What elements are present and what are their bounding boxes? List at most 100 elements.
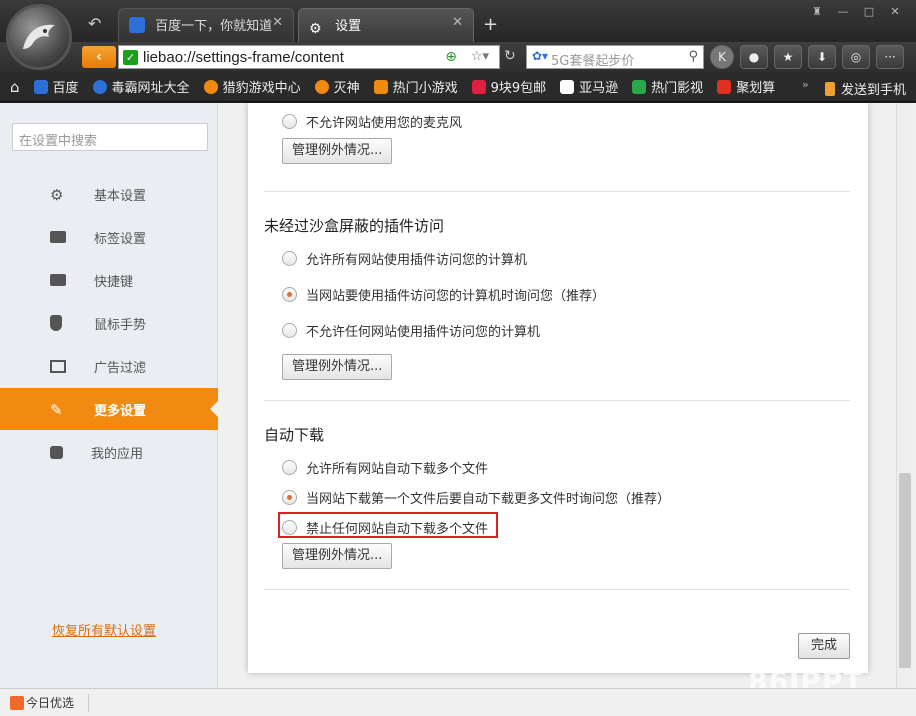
- tab-icon: [50, 231, 66, 243]
- sidebar-item-mouse[interactable]: 鼠标手势: [0, 302, 218, 344]
- bookmark-label: 猎豹游戏中心: [222, 81, 301, 96]
- divider: [264, 191, 850, 192]
- send-to-phone-label: 发送到手机: [840, 83, 906, 98]
- bookmark-item[interactable]: 热门小游戏: [373, 77, 458, 96]
- radio-button-selected[interactable]: [282, 287, 297, 302]
- manage-exceptions-button[interactable]: 管理例外情况...: [282, 138, 393, 164]
- gamepad-icon[interactable]: ◎: [842, 45, 870, 69]
- bookmark-item[interactable]: 亚马逊: [560, 77, 618, 96]
- option-label: 允许所有网站自动下载多个文件: [306, 462, 489, 477]
- shopping-bag-icon: [10, 695, 24, 710]
- divider: [88, 693, 90, 712]
- more-icon[interactable]: ···: [876, 45, 904, 69]
- window-icon: [50, 359, 66, 373]
- baidu-paw-icon: [129, 17, 145, 33]
- undo-close-tab-icon[interactable]: ↶: [88, 14, 101, 33]
- radio-button-selected[interactable]: [282, 490, 297, 505]
- scrollbar[interactable]: [896, 103, 912, 688]
- secure-check-icon: ✓: [123, 50, 138, 65]
- bookmark-label: 百度: [52, 81, 79, 96]
- settings-page: 在设置中搜索 ⚙ 基本设置 标签设置 快捷键 鼠标手势 广告过滤 ✎ 更多设置 …: [0, 103, 916, 698]
- scrollbar-thumb[interactable]: [899, 473, 911, 668]
- section-title: 自动下载: [264, 426, 325, 444]
- bookmarks-bar: ⌂ 百度 毒霸网址大全 猎豹游戏中心 灭神 热门小游戏 9块9包邮 亚马逊 热门…: [0, 72, 916, 102]
- sidebar-item-basic[interactable]: ⚙ 基本设置: [0, 173, 218, 215]
- bookmark-item[interactable]: 毒霸网址大全: [92, 77, 190, 96]
- radio-button[interactable]: [282, 323, 297, 338]
- sidebar-item-adblock[interactable]: 广告过滤: [0, 345, 218, 387]
- bookmark-item[interactable]: 9块9包邮: [471, 77, 546, 96]
- bookmark-icon: [203, 79, 218, 94]
- shield-icon[interactable]: ⊕: [445, 49, 457, 65]
- close-tab-icon[interactable]: ✕: [272, 15, 283, 30]
- manage-exceptions-button[interactable]: 管理例外情况...: [282, 543, 393, 569]
- address-input[interactable]: liebao://settings-frame/content: [143, 49, 344, 66]
- download-icon[interactable]: ⬇: [808, 45, 836, 69]
- radio-button[interactable]: [282, 114, 297, 129]
- sidebar-item-label: 基本设置: [94, 188, 147, 204]
- star-icon[interactable]: ★: [774, 45, 802, 69]
- radio-button[interactable]: [282, 251, 297, 266]
- bookmark-label: 亚马逊: [579, 81, 619, 96]
- browser-window: ↶ 百度一下，你就知道 ✕ ⚙ 设置 ✕ + ♜ — □ ✕ ‹ ✓ lieba…: [0, 0, 916, 716]
- account-icon[interactable]: K: [710, 45, 734, 69]
- search-placeholder: 5G套餐起步价: [551, 54, 635, 69]
- done-button[interactable]: 完成: [798, 633, 851, 659]
- highlight-box: [278, 512, 498, 538]
- close-icon[interactable]: ✕: [884, 4, 906, 20]
- sidebar-item-apps[interactable]: 我的应用: [0, 431, 218, 473]
- send-to-phone[interactable]: 发送到手机: [824, 79, 906, 98]
- radio-button[interactable]: [282, 460, 297, 475]
- search-box[interactable]: ✿▾ 5G套餐起步价 ⚲: [526, 45, 704, 69]
- restore-defaults-link[interactable]: 恢复所有默认设置: [52, 620, 156, 639]
- gear-icon: ⚙: [309, 21, 322, 37]
- new-tab-button[interactable]: +: [483, 14, 498, 35]
- gear-icon: ⚙: [50, 186, 64, 204]
- bookmark-item[interactable]: 灭神: [314, 77, 360, 96]
- maximize-icon[interactable]: □: [858, 4, 880, 20]
- plugin-allow-option[interactable]: 允许所有网站使用插件访问您的计算机: [282, 249, 527, 268]
- sidebar-item-shortcuts[interactable]: 快捷键: [0, 259, 218, 301]
- bookmark-icon: [33, 79, 48, 94]
- plugin-deny-option[interactable]: 不允许任何网站使用插件访问您的计算机: [282, 321, 540, 340]
- liebao-logo-icon[interactable]: [6, 4, 72, 70]
- bookmark-label: 毒霸网址大全: [111, 81, 190, 96]
- minimize-icon[interactable]: —: [832, 4, 854, 20]
- settings-search-input[interactable]: 在设置中搜索: [12, 123, 208, 151]
- sidebar-item-more[interactable]: ✎ 更多设置: [0, 388, 218, 430]
- sidebar-item-label: 广告过滤: [94, 360, 147, 376]
- toolbar-buttons: K ● ★ ⬇ ◎ ···: [710, 45, 904, 69]
- tab-settings[interactable]: ⚙ 设置 ✕: [298, 8, 474, 42]
- mic-deny-option[interactable]: 不允许网站使用您的麦克风: [282, 112, 462, 131]
- bookmark-item[interactable]: 猎豹游戏中心: [203, 77, 301, 96]
- bookmark-item[interactable]: 聚划算: [717, 77, 775, 96]
- home-icon[interactable]: ⌂: [10, 78, 20, 96]
- bookmark-item[interactable]: 百度: [33, 77, 79, 96]
- tab-baidu[interactable]: 百度一下，你就知道 ✕: [118, 8, 294, 42]
- bookmark-item[interactable]: 热门影视: [632, 77, 703, 96]
- settings-sidebar: 在设置中搜索 ⚙ 基本设置 标签设置 快捷键 鼠标手势 广告过滤 ✎ 更多设置 …: [0, 103, 218, 688]
- title-bar: ↶ 百度一下，你就知道 ✕ ⚙ 设置 ✕ + ♜ — □ ✕: [0, 0, 916, 70]
- sidebar-item-tabs[interactable]: 标签设置: [0, 216, 218, 258]
- download-ask-option[interactable]: 当网站下载第一个文件后要自动下载更多文件时询问您（推荐）: [282, 488, 670, 507]
- reload-icon[interactable]: ↻: [504, 48, 516, 64]
- back-button[interactable]: ‹: [82, 46, 116, 68]
- shirt-icon[interactable]: ♜: [806, 4, 828, 20]
- sidebar-item-label: 标签设置: [94, 231, 147, 247]
- download-allow-option[interactable]: 允许所有网站自动下载多个文件: [282, 458, 488, 477]
- address-bar[interactable]: ✓ liebao://settings-frame/content ⊕ ☆▾: [118, 45, 500, 69]
- plugin-ask-option[interactable]: 当网站要使用插件访问您的计算机时询问您（推荐）: [282, 285, 605, 304]
- bookmark-icon: [373, 79, 388, 94]
- search-icon[interactable]: ⚲: [688, 49, 698, 64]
- status-label[interactable]: 今日优选: [26, 694, 74, 711]
- keyboard-icon: [50, 274, 66, 286]
- favorite-star-icon[interactable]: ☆▾: [471, 49, 489, 64]
- lock-icon[interactable]: ●: [740, 45, 768, 69]
- close-tab-icon[interactable]: ✕: [452, 15, 463, 30]
- chevron-more-icon[interactable]: »: [802, 78, 809, 91]
- manage-exceptions-button[interactable]: 管理例外情况...: [282, 354, 393, 380]
- mouse-icon: [50, 315, 62, 331]
- sidebar-item-label: 我的应用: [91, 446, 144, 462]
- sidebar-item-label: 快捷键: [94, 274, 134, 290]
- option-label: 允许所有网站使用插件访问您的计算机: [306, 253, 528, 268]
